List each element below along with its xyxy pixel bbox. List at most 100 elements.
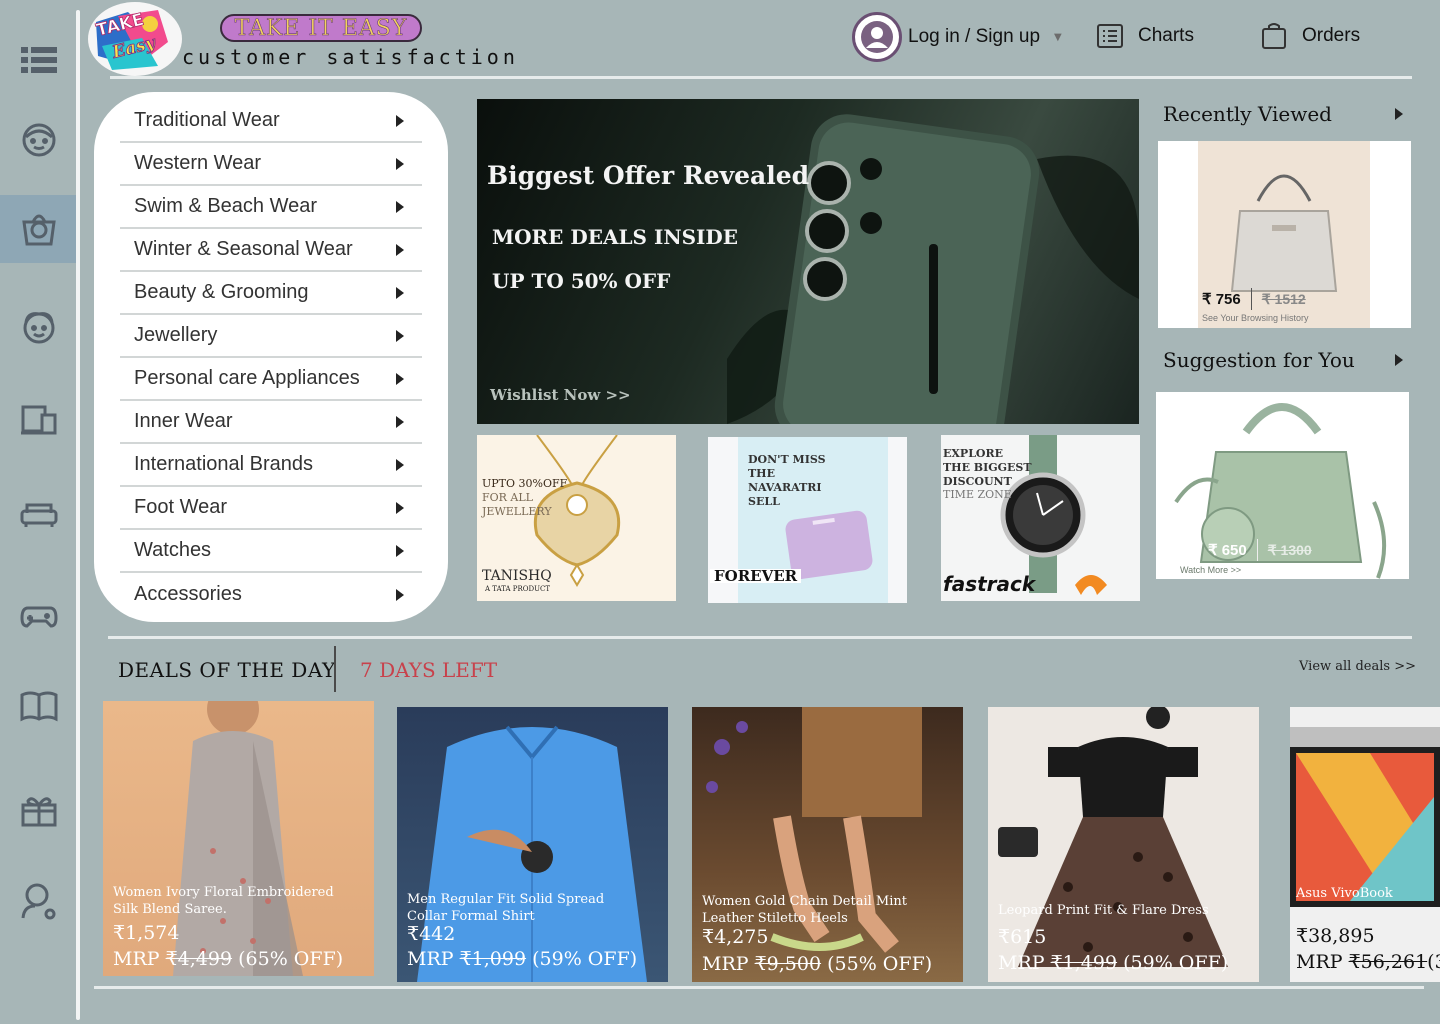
deal-mrp: MRP ₹1,099 (59% OFF)	[407, 948, 638, 970]
promo-watch-sub: TIME ZONE	[943, 488, 1012, 501]
devices-icon[interactable]	[0, 386, 78, 454]
promo-wallet[interactable]: DON'T MISS THE NAVARATRI SELL FOREVER	[708, 437, 907, 603]
promo-watch-text: EXPLORE THE BIGGEST DISCOUNT	[943, 447, 1032, 488]
deal-mrp: MRP ₹4,499 (65% OFF)	[113, 948, 344, 970]
category-traditional-wear[interactable]: Traditional Wear	[120, 100, 422, 143]
category-watches[interactable]: Watches	[120, 530, 422, 573]
deal-card-heels[interactable]: Women Gold Chain Detail Mint Leather Sti…	[692, 707, 963, 982]
deal-card-saree[interactable]: Women Ivory Floral Embroidered Silk Blen…	[103, 701, 374, 976]
recently-viewed-card[interactable]: ₹ 756 ₹ 1512 See Your Browsing History	[1158, 141, 1411, 328]
suggestion-header[interactable]: Suggestion for You	[1163, 348, 1403, 372]
deal-price: ₹1,574	[113, 922, 180, 944]
days-left-badge: 7 DAYS LEFT	[360, 658, 498, 682]
suggestion-price-row: ₹ 650 ₹ 1300	[1208, 539, 1312, 561]
deal-name: Asus VivoBook	[1296, 886, 1393, 901]
book-icon[interactable]	[0, 672, 78, 740]
category-jewellery[interactable]: Jewellery	[120, 315, 422, 358]
category-personal-care-appliances[interactable]: Personal care Appliances	[120, 358, 422, 401]
caret-right-icon	[396, 415, 404, 428]
category-international-brands[interactable]: International Brands	[120, 444, 422, 487]
deal-card-shirt[interactable]: Men Regular Fit Solid Spread Collar Form…	[397, 707, 668, 982]
suggestion-card[interactable]: ₹ 650 ₹ 1300 Watch More >>	[1156, 392, 1409, 579]
promo-watch[interactable]: EXPLORE THE BIGGEST DISCOUNT TIME ZONE f…	[941, 435, 1140, 601]
browsing-history-link[interactable]: See Your Browsing History	[1202, 313, 1309, 323]
hero-title: Biggest Offer Revealed	[487, 161, 810, 190]
menu-list-icon[interactable]	[0, 26, 78, 94]
caret-right-icon	[396, 329, 404, 342]
suggestion-old-price: ₹ 1300	[1267, 541, 1312, 558]
deal-price: ₹4,275	[702, 926, 769, 948]
deal-name: Women Ivory Floral Embroidered Silk Blen…	[113, 885, 334, 917]
recently-viewed-old-price: ₹ 1512	[1261, 290, 1306, 307]
recently-viewed-price: ₹ 756	[1202, 291, 1241, 308]
promo-jewellery[interactable]: UPTO 30%OFF FOR ALL JEWELLERY TANISHQ A …	[477, 435, 676, 601]
charts-list-icon	[1097, 24, 1123, 48]
login-signup-menu[interactable]: Log in / Sign up ▼	[852, 12, 1062, 62]
rail-divider	[76, 10, 80, 1020]
shopping-bag-icon[interactable]	[0, 195, 78, 263]
suggestion-title: Suggestion for You	[1163, 348, 1355, 372]
deal-mrp: MRP ₹56,261(3	[1296, 951, 1440, 973]
caret-right-icon	[396, 501, 404, 514]
caret-right-icon	[1395, 108, 1403, 120]
category-winter-seasonal-wear[interactable]: Winter & Seasonal Wear	[120, 229, 422, 272]
recently-viewed-header[interactable]: Recently Viewed	[1163, 102, 1403, 126]
kid-face-icon[interactable]	[0, 293, 78, 361]
hero-banner[interactable]: Biggest Offer Revealed MORE DEALS INSIDE…	[477, 99, 1139, 424]
charts-label: Charts	[1138, 25, 1194, 46]
deal-name: Leopard Print Fit & Flare Dress	[998, 903, 1209, 918]
search-user-icon[interactable]	[0, 867, 78, 935]
chevron-down-icon: ▼	[1054, 31, 1062, 43]
recently-viewed-price-row: ₹ 756 ₹ 1512	[1202, 288, 1306, 310]
category-foot-wear[interactable]: Foot Wear	[120, 487, 422, 530]
deal-card-laptop[interactable]: Asus VivoBook ₹38,895 MRP ₹56,261(3	[1290, 707, 1440, 982]
deal-mrp: MRP ₹9,500 (55% OFF)	[702, 953, 933, 975]
category-swim-beach-wear[interactable]: Swim & Beach Wear	[120, 186, 422, 229]
category-accessories[interactable]: Accessories	[120, 573, 422, 616]
promo-jewellery-sub: FOR ALL JEWELLERY	[482, 491, 552, 518]
sidebar-rail	[0, 0, 80, 1024]
tagline: customer satisfaction	[182, 45, 519, 69]
caret-right-icon	[396, 458, 404, 471]
category-menu: Traditional Wear Western Wear Swim & Bea…	[94, 92, 448, 622]
caret-right-icon	[396, 200, 404, 213]
gamepad-icon[interactable]	[0, 581, 78, 649]
tanishq-sub-text: A TATA PRODUCT	[485, 585, 551, 593]
suggestion-price: ₹ 650	[1208, 542, 1247, 559]
caret-right-icon	[396, 372, 404, 385]
category-inner-wear[interactable]: Inner Wear	[120, 401, 422, 444]
login-label: Log in / Sign up	[908, 26, 1041, 47]
section-divider	[108, 636, 1412, 639]
caret-right-icon	[396, 544, 404, 557]
caret-right-icon	[396, 588, 404, 601]
hero-subtitle-1: MORE DEALS INSIDE	[492, 225, 738, 249]
gift-icon[interactable]	[0, 776, 78, 844]
category-beauty-grooming[interactable]: Beauty & Grooming	[120, 272, 422, 315]
brand-name-badge: TAKE IT EASY	[220, 14, 422, 42]
deals-title-separator	[334, 646, 336, 692]
sofa-icon[interactable]	[0, 480, 78, 548]
orders-link[interactable]: Orders	[1260, 22, 1360, 50]
deal-mrp: MRP ₹1,499 (59% OFF)	[998, 952, 1229, 974]
deal-name: Women Gold Chain Detail Mint Leather Sti…	[702, 894, 907, 926]
recently-viewed-title: Recently Viewed	[1163, 102, 1332, 126]
deal-name: Men Regular Fit Solid Spread Collar Form…	[407, 892, 605, 924]
user-avatar-icon	[852, 12, 902, 62]
watch-more-link[interactable]: Watch More >>	[1180, 565, 1241, 575]
caret-right-icon	[396, 114, 404, 127]
category-western-wear[interactable]: Western Wear	[120, 143, 422, 186]
charts-link[interactable]: Charts	[1096, 22, 1194, 50]
brand-logo[interactable]: TAKE Easy	[88, 2, 182, 76]
fastrack-logo-text: fastrack	[943, 572, 1036, 596]
caret-right-icon	[396, 243, 404, 256]
wishlist-now-link[interactable]: Wishlist Now >>	[490, 386, 631, 404]
hero-subtitle-2: UP TO 50% OFF	[492, 269, 671, 293]
footer-divider	[94, 986, 1424, 989]
forever-logo-text: FOREVER	[710, 569, 802, 584]
promo-wallet-text: DON'T MISS THE NAVARATRI SELL	[748, 453, 826, 508]
deals-title: DEALS OF THE DAY	[118, 658, 336, 682]
view-all-deals-link[interactable]: View all deals >>	[1299, 659, 1416, 674]
face-icon[interactable]	[0, 106, 78, 174]
deal-card-dress[interactable]: Leopard Print Fit & Flare Dress ₹615 MRP…	[988, 707, 1259, 982]
phone-product-image	[727, 114, 1139, 424]
